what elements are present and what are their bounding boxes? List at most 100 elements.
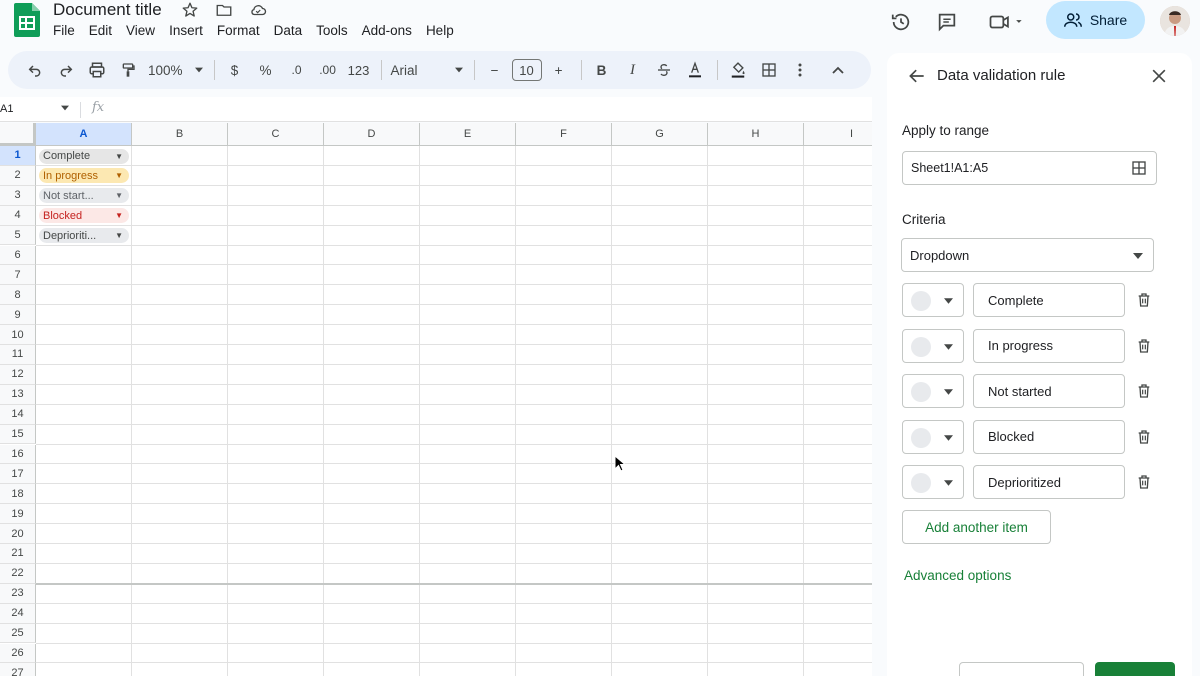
font-size-input[interactable]: 10 <box>511 59 542 81</box>
undo-icon[interactable] <box>24 57 46 83</box>
column-header-d[interactable]: D <box>324 123 420 146</box>
row-header-6[interactable]: 6 <box>0 245 36 266</box>
decrease-decimal-button[interactable]: .0 <box>286 57 308 83</box>
item-input[interactable]: Blocked <box>973 419 1125 454</box>
decrease-font-size-button[interactable]: − <box>484 57 506 83</box>
column-header-e[interactable]: E <box>420 123 516 146</box>
menu-edit[interactable]: Edit <box>89 23 112 38</box>
text-color-icon[interactable] <box>684 57 706 83</box>
print-icon[interactable] <box>86 57 108 83</box>
dropdown-chip[interactable]: Blocked ▼ <box>39 208 129 224</box>
menu-format[interactable]: Format <box>217 23 260 38</box>
row-header-23[interactable]: 23 <box>0 583 36 604</box>
row-header-20[interactable]: 20 <box>0 524 36 544</box>
menu-addons[interactable]: Add-ons <box>362 23 412 38</box>
menu-view[interactable]: View <box>126 23 155 38</box>
trash-icon[interactable] <box>1136 429 1152 445</box>
row-header-7[interactable]: 7 <box>0 265 36 286</box>
item-input[interactable]: Not started <box>973 374 1125 408</box>
column-header-c[interactable]: C <box>228 123 324 146</box>
menu-file[interactable]: File <box>53 23 75 38</box>
cloud-status-icon[interactable] <box>248 0 268 20</box>
add-another-item-button[interactable]: Add another item <box>902 510 1051 544</box>
redo-icon[interactable] <box>55 57 77 83</box>
dropdown-chip[interactable]: Not start... ▼ <box>39 188 129 204</box>
row-header-10[interactable]: 10 <box>0 325 36 345</box>
row-header-13[interactable]: 13 <box>0 384 36 405</box>
collapse-menus-icon[interactable] <box>827 57 849 83</box>
trash-icon[interactable] <box>1136 292 1152 308</box>
menu-tools[interactable]: Tools <box>316 23 348 38</box>
comments-icon[interactable] <box>935 10 959 34</box>
row-header-27[interactable]: 27 <box>0 663 36 676</box>
criteria-select[interactable]: Dropdown <box>901 238 1154 272</box>
font-select[interactable]: Arial <box>391 57 463 83</box>
chevron-down-icon[interactable] <box>61 105 69 111</box>
row-header-14[interactable]: 14 <box>0 404 36 425</box>
color-picker[interactable] <box>902 328 964 363</box>
spreadsheet-grid[interactable]: A B C D E F G H I 1 2 3 4 5 6 7 8 9 10 11 12 13 14 15 16 17 18 19 20… <box>0 123 872 676</box>
row-header-2[interactable]: 2 <box>0 165 36 186</box>
italic-button[interactable]: I <box>622 57 644 83</box>
row-header-1[interactable]: 1 <box>0 146 36 166</box>
folder-icon[interactable] <box>214 0 234 20</box>
name-box[interactable]: A1 <box>0 103 13 115</box>
color-picker[interactable] <box>902 283 964 317</box>
select-range-icon[interactable] <box>1131 160 1147 176</box>
menu-data[interactable]: Data <box>274 23 303 38</box>
item-input[interactable]: Complete <box>973 283 1125 317</box>
trash-icon[interactable] <box>1136 338 1152 354</box>
dropdown-chip[interactable]: Complete ▼ <box>39 148 129 164</box>
strikethrough-icon[interactable] <box>653 57 675 83</box>
column-header-f[interactable]: F <box>516 123 612 146</box>
item-input[interactable]: Deprioritized <box>973 465 1125 499</box>
color-picker[interactable] <box>902 465 964 499</box>
fill-color-icon[interactable] <box>727 57 749 83</box>
row-header-22[interactable]: 22 <box>0 563 36 584</box>
star-icon[interactable] <box>180 0 200 20</box>
remove-rule-button[interactable] <box>959 662 1084 676</box>
menu-insert[interactable]: Insert <box>169 23 203 38</box>
percent-button[interactable]: % <box>255 57 277 83</box>
more-formats-button[interactable]: 123 <box>348 57 370 83</box>
column-header-a[interactable]: A <box>36 123 132 146</box>
increase-decimal-button[interactable]: .00 <box>317 57 339 83</box>
close-icon[interactable] <box>1149 66 1169 86</box>
share-button[interactable]: Share <box>1046 1 1145 39</box>
range-input[interactable]: Sheet1!A1:A5 <box>902 151 1157 185</box>
trash-icon[interactable] <box>1136 474 1152 490</box>
column-header-i[interactable]: I <box>804 123 872 146</box>
user-avatar[interactable] <box>1160 6 1190 36</box>
row-header-18[interactable]: 18 <box>0 484 36 505</box>
row-header-5[interactable]: 5 <box>0 225 36 246</box>
row-header-15[interactable]: 15 <box>0 424 36 445</box>
menu-help[interactable]: Help <box>426 23 454 38</box>
borders-icon[interactable] <box>758 57 780 83</box>
trash-icon[interactable] <box>1136 383 1152 399</box>
row-header-12[interactable]: 12 <box>0 364 36 385</box>
row-header-24[interactable]: 24 <box>0 603 36 624</box>
meet-icon[interactable] <box>985 10 1029 34</box>
column-header-h[interactable]: H <box>708 123 804 146</box>
row-header-11[interactable]: 11 <box>0 345 36 365</box>
row-header-16[interactable]: 16 <box>0 444 36 465</box>
dropdown-chip[interactable]: Deprioriti... ▼ <box>39 228 129 244</box>
version-history-icon[interactable] <box>889 10 913 34</box>
advanced-options-link[interactable]: Advanced options <box>904 568 1011 583</box>
dropdown-chip[interactable]: In progress ▼ <box>39 168 129 184</box>
column-header-g[interactable]: G <box>612 123 708 146</box>
paint-format-icon[interactable] <box>117 57 139 83</box>
currency-button[interactable]: $ <box>224 57 246 83</box>
increase-font-size-button[interactable]: + <box>548 57 570 83</box>
bold-button[interactable]: B <box>591 57 613 83</box>
row-header-26[interactable]: 26 <box>0 643 36 664</box>
row-header-4[interactable]: 4 <box>0 205 36 226</box>
column-header-b[interactable]: B <box>132 123 228 146</box>
select-all-corner[interactable] <box>0 123 36 146</box>
row-header-21[interactable]: 21 <box>0 544 36 564</box>
row-header-8[interactable]: 8 <box>0 285 36 306</box>
row-header-25[interactable]: 25 <box>0 623 36 644</box>
back-arrow-icon[interactable] <box>907 66 927 86</box>
row-header-17[interactable]: 17 <box>0 464 36 485</box>
row-header-3[interactable]: 3 <box>0 185 36 206</box>
